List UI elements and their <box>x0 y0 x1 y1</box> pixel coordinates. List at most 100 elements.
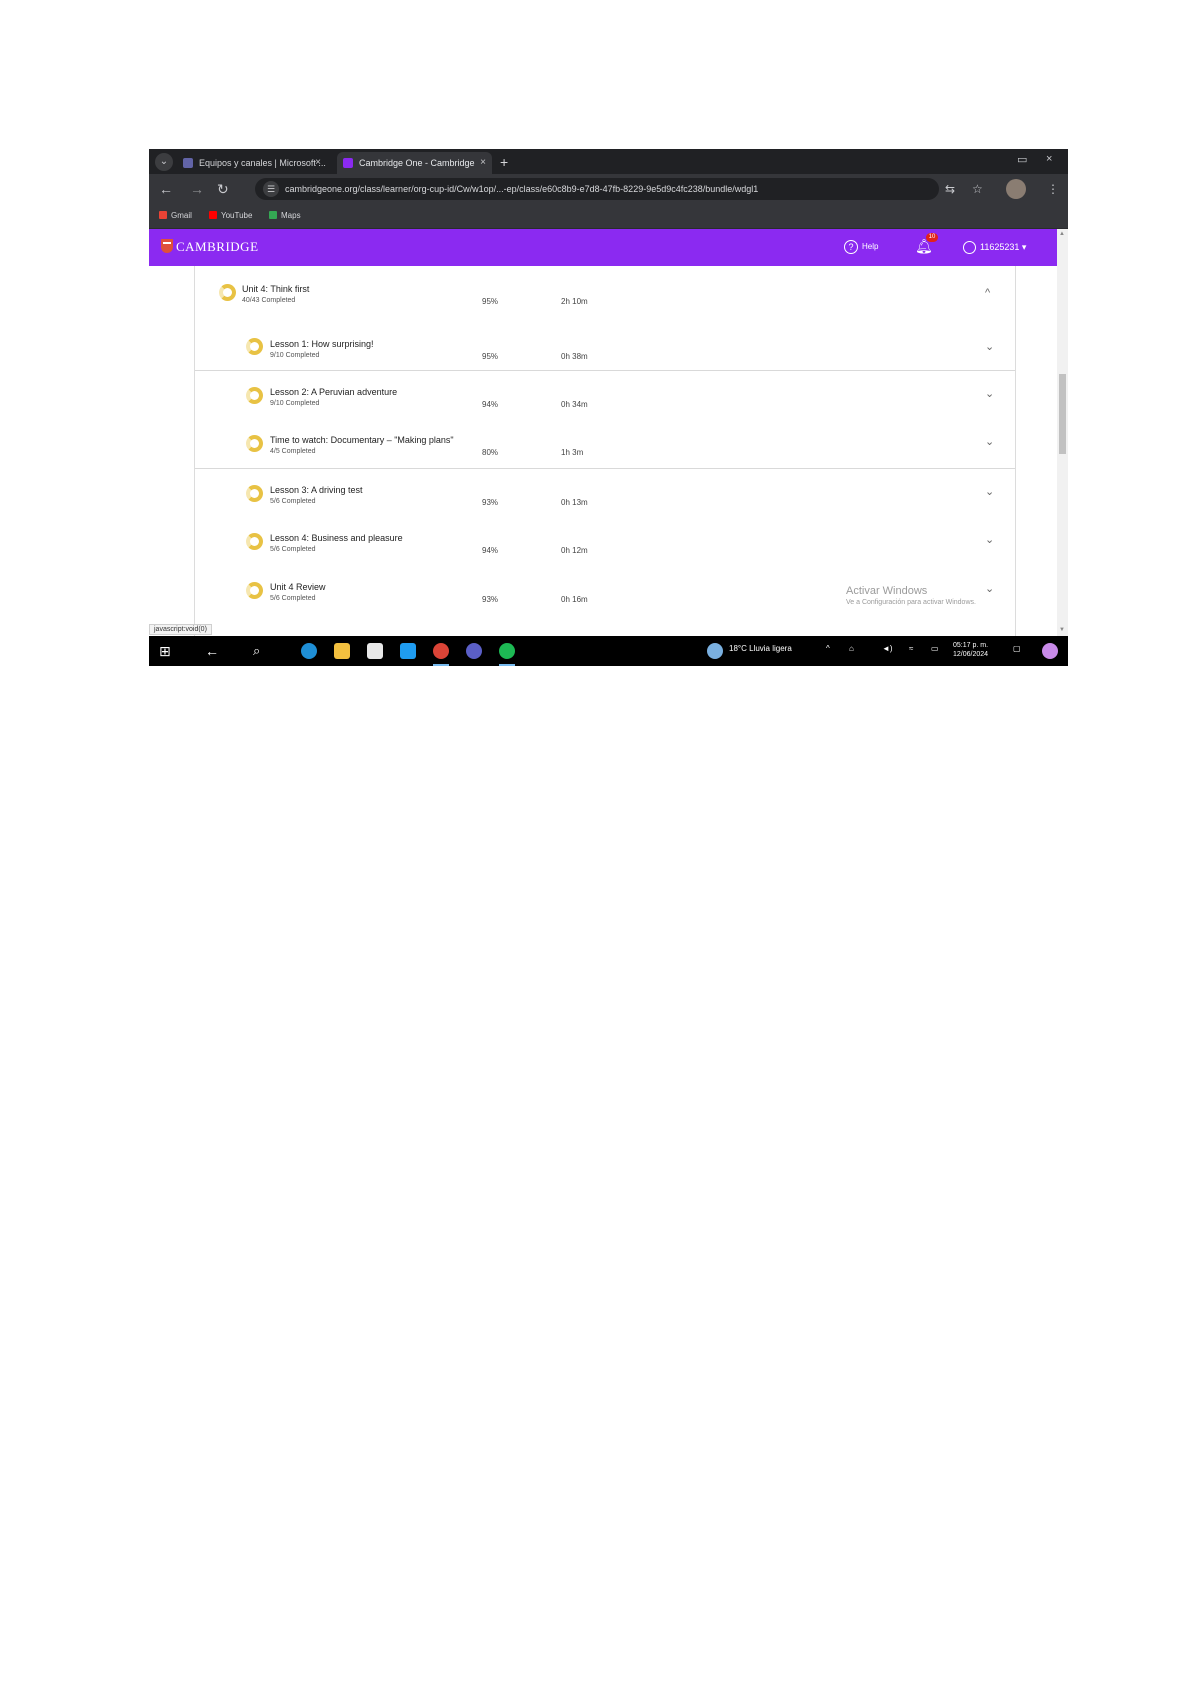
close-tab-icon[interactable]: × <box>315 152 321 174</box>
lesson-title: Unit 4 Review <box>270 582 326 592</box>
back-arrow-icon[interactable]: ← <box>205 643 221 659</box>
lesson-row[interactable]: Lesson 2: A Peruvian adventure 9/10 Comp… <box>195 370 1015 420</box>
network-icon[interactable]: ⌂ <box>849 644 854 653</box>
youtube-icon <box>209 211 217 219</box>
close-tab-icon[interactable]: × <box>480 152 486 174</box>
lesson-completed: 5/6 Completed <box>270 546 316 553</box>
progress-ring-icon <box>246 435 263 452</box>
tab-title: Equipos y canales | Microsoft ... <box>199 158 326 168</box>
chrome-icon[interactable] <box>433 643 449 666</box>
volume-icon[interactable]: ◄) <box>882 644 893 653</box>
unit-time: 2h 10m <box>561 297 588 306</box>
lesson-completed: 5/6 Completed <box>270 595 316 602</box>
chevron-down-icon[interactable]: ⌄ <box>985 582 994 595</box>
bookmark-star-icon[interactable]: ☆ <box>972 182 983 196</box>
watermark-title: Activar Windows <box>846 585 928 597</box>
bookmark-gmail[interactable]: Gmail <box>159 204 192 227</box>
weather-text[interactable]: 18°C Lluvia ligera <box>729 644 792 653</box>
bookmark-youtube[interactable]: YouTube <box>209 204 252 227</box>
tab-search-icon[interactable]: ⌄ <box>155 153 173 171</box>
progress-ring-icon <box>246 485 263 502</box>
help-button[interactable]: ? Help <box>844 240 878 254</box>
lesson-time: 0h 34m <box>561 400 588 409</box>
scroll-down-icon[interactable]: ▼ <box>1059 627 1065 633</box>
lesson-time: 0h 38m <box>561 352 588 361</box>
unit-row[interactable]: Unit 4: Think first 40/43 Completed 95% … <box>195 266 1015 315</box>
lesson-row[interactable]: Time to watch: Documentary – "Making pla… <box>195 419 1015 468</box>
watermark-subtitle: Ve a Configuración para activar Windows. <box>846 599 976 606</box>
progress-ring-icon <box>246 533 263 550</box>
maps-icon <box>269 211 277 219</box>
gmail-icon <box>159 211 167 219</box>
wifi-icon[interactable]: ≈ <box>909 644 913 653</box>
reload-icon[interactable]: ↻ <box>217 181 229 197</box>
forward-icon[interactable]: → <box>190 181 204 197</box>
lesson-time: 0h 12m <box>561 546 588 555</box>
chevron-down-icon[interactable]: ⌄ <box>985 340 994 353</box>
taskbar-clock[interactable]: 05:17 p. m. 12/06/2024 <box>953 641 988 659</box>
new-tab-button[interactable]: + <box>500 152 508 172</box>
chevron-down-icon[interactable]: ⌄ <box>985 485 994 498</box>
chevron-down-icon[interactable]: ⌄ <box>985 387 994 400</box>
bookmark-maps[interactable]: Maps <box>269 204 301 227</box>
lesson-row[interactable]: Lesson 3: A driving test 5/6 Completed 9… <box>195 468 1015 518</box>
user-menu[interactable]: 11625231 ▾ <box>963 240 1026 255</box>
address-bar[interactable]: ☰ cambridgeone.org/class/learner/org-cup… <box>255 178 939 200</box>
unit-panel: Unit 4: Think first 40/43 Completed 95% … <box>194 266 1016 636</box>
help-icon: ? <box>844 240 858 254</box>
close-window-icon[interactable]: × <box>1046 153 1052 165</box>
browser-toolbar: ← → ↻ ☰ cambridgeone.org/class/learner/o… <box>149 174 1068 204</box>
lesson-percent: 80% <box>482 448 499 457</box>
lesson-row[interactable]: Lesson 1: How surprising! 9/10 Completed… <box>195 321 1015 370</box>
lesson-percent: 93% <box>482 498 499 507</box>
weather-icon <box>707 643 723 659</box>
lesson-title: Lesson 3: A driving test <box>270 485 363 495</box>
lesson-time: 0h 16m <box>561 595 588 604</box>
scroll-up-icon[interactable]: ▲ <box>1059 231 1065 237</box>
tab-cambridge-one[interactable]: Cambridge One - Cambridge × <box>337 152 492 174</box>
menu-kebab-icon[interactable]: ⋮ <box>1047 182 1059 196</box>
lesson-title: Time to watch: Documentary – "Making pla… <box>270 435 454 445</box>
url-text[interactable]: cambridgeone.org/class/learner/org-cup-i… <box>285 178 758 200</box>
bookmarks-bar: Gmail YouTube Maps <box>149 204 1068 229</box>
notifications-icon[interactable]: ▢ <box>1013 644 1021 653</box>
link-status-tooltip: javascript:void(0) <box>149 624 212 635</box>
app-icon[interactable] <box>466 643 482 659</box>
lesson-title: Lesson 4: Business and pleasure <box>270 533 403 543</box>
cambridge-favicon-icon <box>343 158 353 168</box>
lesson-percent: 93% <box>482 595 499 604</box>
spotify-icon[interactable] <box>499 643 515 666</box>
translate-icon[interactable]: ⇆ <box>945 182 955 196</box>
cambridge-logo[interactable]: CAMBRIDGE <box>161 239 259 255</box>
maximize-icon[interactable]: ▭ <box>1017 153 1027 166</box>
file-explorer-icon[interactable] <box>334 643 350 659</box>
lesson-row[interactable]: Lesson 4: Business and pleasure 5/6 Comp… <box>195 517 1015 566</box>
progress-ring-icon <box>246 338 263 355</box>
tray-chevron-icon[interactable]: ^ <box>826 644 830 653</box>
chevron-up-icon[interactable]: ^ <box>985 287 990 299</box>
tab-title: Cambridge One - Cambridge <box>359 158 475 168</box>
unit-title: Unit 4: Think first <box>242 284 310 294</box>
site-info-icon[interactable]: ☰ <box>263 181 279 197</box>
lesson-completed: 9/10 Completed <box>270 400 320 407</box>
tab-teams[interactable]: Equipos y canales | Microsoft ... × <box>177 152 327 174</box>
page-scrollbar[interactable]: ▲ ▼ <box>1057 229 1068 666</box>
notification-badge: 10 <box>926 233 938 242</box>
lesson-completed: 4/5 Completed <box>270 448 316 455</box>
vscode-icon[interactable] <box>400 643 416 659</box>
edge-icon[interactable] <box>301 643 317 659</box>
chevron-down-icon[interactable]: ⌄ <box>985 533 994 546</box>
scroll-thumb[interactable] <box>1059 374 1066 454</box>
profile-avatar[interactable] <box>1006 179 1026 199</box>
store-icon[interactable] <box>367 643 383 659</box>
clock-date: 12/06/2024 <box>953 651 989 658</box>
copilot-icon[interactable] <box>1042 643 1058 659</box>
keyboard-icon[interactable]: ▭ <box>931 644 939 653</box>
back-icon[interactable]: ← <box>159 181 173 197</box>
unit-completed: 40/43 Completed <box>242 297 296 304</box>
lesson-completed: 9/10 Completed <box>270 352 320 359</box>
search-icon[interactable]: ⌕ <box>253 643 269 659</box>
progress-ring-icon <box>219 284 236 301</box>
windows-start-icon[interactable]: ⊞ <box>159 643 175 659</box>
chevron-down-icon[interactable]: ⌄ <box>985 435 994 448</box>
